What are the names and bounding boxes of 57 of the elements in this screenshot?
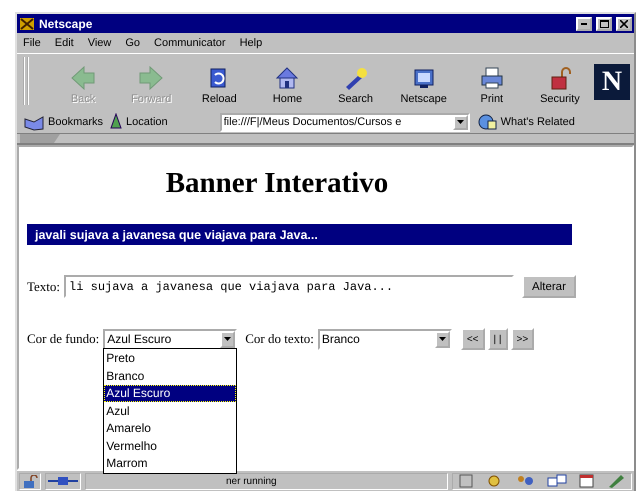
nav-button[interactable]: << [460, 328, 485, 350]
toolbar-button[interactable]: Search [322, 65, 389, 105]
people-icon [515, 474, 535, 488]
apply-button[interactable]: Alterar [522, 275, 576, 298]
minimize-button[interactable] [576, 16, 592, 30]
minimize-icon [581, 22, 587, 24]
printer-icon [478, 65, 505, 91]
dropdown-option[interactable]: Azul Escuro [104, 384, 236, 402]
menu-item[interactable]: View [88, 37, 112, 49]
caret-icon [456, 120, 464, 124]
left-arrow-icon [70, 65, 96, 91]
close-button[interactable] [616, 16, 632, 30]
menu-item[interactable]: Communicator [154, 37, 226, 49]
related-button[interactable]: What's Related [476, 113, 575, 131]
menu-item[interactable]: Help [240, 37, 262, 49]
dropdown-option[interactable]: Branco [104, 367, 236, 384]
nav-button[interactable]: >> [510, 328, 534, 350]
house-icon [274, 65, 300, 91]
padlock-icon [22, 474, 38, 488]
toolbar-button[interactable]: Netscape [390, 65, 457, 105]
logo: N [594, 64, 630, 100]
app-icon [19, 16, 35, 30]
dropdown-option[interactable]: Marrom [104, 454, 236, 472]
field-label: Texto: [27, 278, 60, 294]
globe-icon [476, 113, 498, 131]
dropdown-option[interactable]: Amarelo [104, 420, 236, 437]
toolbar-button[interactable]: Home [254, 65, 320, 105]
maximize-button[interactable] [596, 16, 612, 30]
close-icon [620, 20, 628, 28]
menu-item[interactable]: Go [125, 37, 140, 49]
maximize-icon [600, 20, 608, 28]
menu-item[interactable]: Edit [54, 37, 74, 49]
dropdown-option[interactable]: Preto [104, 350, 236, 367]
bookmarks-button[interactable]: Bookmarks [23, 113, 104, 131]
text-field[interactable]: li sujava a javanesa que viajava para Java... [64, 275, 514, 298]
dropdown-option[interactable]: Vermelho [104, 437, 236, 454]
page-heading: Banner Interativo [164, 167, 390, 200]
select-label: Cor de fundo: [27, 331, 100, 347]
address-field[interactable]: file:///F|/Meus Documentos/Cursos e [220, 112, 470, 132]
status-text: ner running [226, 476, 277, 486]
right-arrow-icon [138, 65, 164, 91]
location-pin-icon [109, 113, 124, 131]
toolbar-button[interactable]: Security [526, 65, 593, 105]
select-field[interactable]: Branco [318, 328, 452, 350]
select-label: Cor do texto: [245, 331, 314, 347]
location-label: Location [126, 116, 168, 128]
caret-icon [224, 337, 232, 341]
pen-icon [607, 474, 625, 488]
toolbar-button[interactable]: Reload [186, 65, 252, 105]
caret-icon [438, 337, 446, 341]
dropdown-option[interactable]: Azul [104, 402, 236, 420]
plug-icon [48, 476, 78, 486]
banner-text: javali sujava a javanesa que viajava para Java... [35, 228, 318, 242]
menu-item[interactable]: File [23, 37, 41, 49]
window-title: Netscape [39, 16, 94, 30]
toolbar-button[interactable]: Print [458, 65, 525, 105]
nav-button[interactable]: | | [488, 328, 508, 350]
